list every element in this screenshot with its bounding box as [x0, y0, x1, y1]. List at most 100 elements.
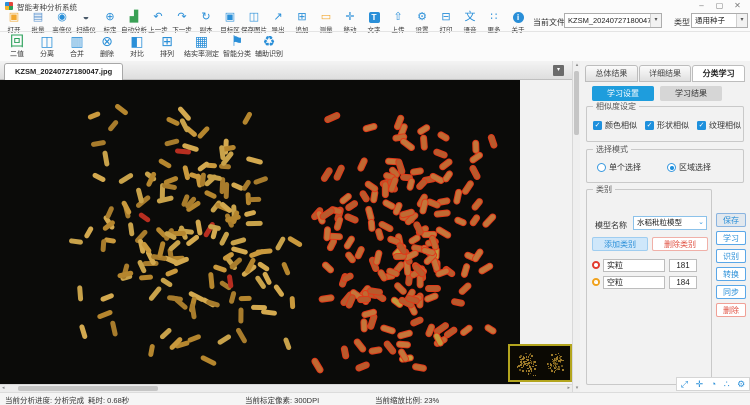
print-button[interactable]: ⊟打印: [434, 11, 458, 31]
seed: [204, 190, 218, 200]
compare-button[interactable]: ◧对比: [122, 33, 152, 60]
horizontal-scrollbar-thumb[interactable]: [18, 386, 158, 391]
target-area-button[interactable]: ▣目标区: [218, 11, 242, 31]
seed: [230, 237, 247, 246]
save-button[interactable]: 保存: [716, 213, 746, 227]
minimap-dot: [548, 366, 550, 368]
seed: [394, 254, 406, 260]
recognize-button[interactable]: 识别: [716, 249, 746, 263]
about-info-icon: i: [513, 12, 524, 23]
similarity-option[interactable]: ✓形状相似: [645, 120, 689, 131]
settings-gear-button[interactable]: ⚙设置: [410, 11, 434, 31]
duplicate-button[interactable]: ↻副本: [194, 11, 218, 31]
chevron-down-icon[interactable]: ▾: [650, 14, 661, 27]
convert-button[interactable]: 转换: [716, 267, 746, 281]
radio-icon[interactable]: [597, 163, 606, 172]
settings-gear-icon: ⚙: [417, 11, 427, 23]
checkbox-checked-icon[interactable]: ✓: [697, 121, 706, 130]
settings-small-icon[interactable]: ⚙: [737, 378, 745, 390]
points-icon[interactable]: ∴: [724, 378, 730, 390]
select-mode-option[interactable]: 区域选择: [667, 162, 711, 173]
category-row[interactable]: 空粒184: [592, 275, 708, 289]
append-button[interactable]: ⊞追加: [290, 11, 314, 31]
radio-selected-icon[interactable]: [667, 163, 676, 172]
export-button[interactable]: ↗导出: [266, 11, 290, 31]
minimize-button[interactable]: –: [694, 1, 709, 11]
chevron-down-icon: ⌄: [698, 217, 704, 229]
category-color-ring[interactable]: [592, 278, 600, 286]
batch-button[interactable]: ▤批量: [26, 11, 50, 31]
scanner-button[interactable]: ◒扫描仪: [74, 11, 98, 31]
seed: [472, 249, 484, 263]
category-name-input[interactable]: 实粒: [603, 259, 665, 272]
select-mode-group-title: 选择模式: [593, 145, 631, 154]
tab-overall-results[interactable]: 总体结果: [585, 65, 638, 82]
image-tab[interactable]: KZSM_20240727180047.jpg: [4, 63, 123, 80]
learn-results-button[interactable]: 学习结果: [660, 86, 722, 101]
seed-image-canvas[interactable]: [0, 80, 520, 384]
tab-detail-results[interactable]: 详细结果: [639, 65, 692, 82]
delete-button[interactable]: 删除: [716, 303, 746, 317]
seed: [437, 131, 449, 141]
trash-button[interactable]: ⊗删除: [92, 33, 122, 60]
seed: [91, 140, 107, 147]
remove-category-button[interactable]: 删除类别: [652, 237, 708, 251]
add-category-button[interactable]: 添加类别: [592, 237, 648, 251]
vertical-scrollbar-thumb[interactable]: [574, 71, 579, 135]
learn-settings-button[interactable]: 学习设置: [592, 86, 654, 101]
seed-type-select[interactable]: 通用种子 ▾: [691, 13, 748, 28]
measure-ruler-button[interactable]: ▭测量: [314, 11, 338, 31]
text-button[interactable]: T文字: [362, 11, 386, 31]
horizontal-scrollbar[interactable]: ◂ ▸: [0, 384, 572, 392]
arrange-grid-button[interactable]: ⊞排列: [152, 33, 182, 60]
rotate-icon[interactable]: ◔: [711, 378, 716, 390]
undo-button[interactable]: ↶上一步: [146, 11, 170, 31]
vertical-scrollbar[interactable]: ▴ ▾: [572, 61, 580, 392]
category-name-input[interactable]: 空粒: [603, 276, 665, 289]
redo-button[interactable]: ↷下一步: [170, 11, 194, 31]
category-color-ring[interactable]: [592, 261, 600, 269]
tab-overflow-dropdown-icon[interactable]: ▾: [553, 65, 564, 76]
scroll-right-icon[interactable]: ▸: [567, 385, 570, 392]
smart-classify-flag-button[interactable]: ⚑智能分类: [221, 33, 253, 60]
toolbar-button-label: 追加: [296, 24, 309, 34]
upload-button[interactable]: ⇧上传: [386, 11, 410, 31]
seed: [311, 358, 323, 373]
save-image-button[interactable]: ◫保存图片: [242, 11, 266, 31]
checkbox-checked-icon[interactable]: ✓: [645, 121, 654, 130]
calibration-button[interactable]: ⊕标定: [98, 11, 122, 31]
about-info-button[interactable]: i关于: [506, 11, 530, 31]
learn-button[interactable]: 学习: [716, 231, 746, 245]
scroll-left-icon[interactable]: ◂: [2, 385, 5, 392]
toolbar-button-label: 语音: [464, 24, 477, 34]
binary-button[interactable]: 回二值: [2, 33, 32, 60]
current-file-select[interactable]: KZSM_20240727180047 ▾: [564, 13, 662, 28]
pan-icon[interactable]: ✛: [696, 378, 704, 390]
chevron-down-icon[interactable]: ▾: [736, 14, 747, 27]
maximize-button[interactable]: ▢: [712, 1, 727, 11]
fit-view-icon[interactable]: ⤢: [681, 378, 688, 390]
separate-button[interactable]: ◫分离: [32, 33, 62, 60]
seed-rate-book-icon: ▦: [195, 33, 208, 49]
voice-button[interactable]: 文语音: [458, 11, 482, 31]
tab-classify-learning[interactable]: 分类学习: [692, 65, 745, 82]
category-row[interactable]: 实粒181: [592, 258, 708, 272]
merge-button[interactable]: ▥合并: [62, 33, 92, 60]
auto-analysis-button[interactable]: ▟自动分析: [122, 11, 146, 31]
close-button[interactable]: ✕: [730, 1, 745, 11]
move-button[interactable]: ✛移动: [338, 11, 362, 31]
microscope-button[interactable]: ◉高倍仪: [50, 11, 74, 31]
sync-button[interactable]: 同步: [716, 285, 746, 299]
minimap[interactable]: [508, 344, 572, 382]
seed: [363, 124, 376, 132]
assist-recognize-button[interactable]: ♻辅助识别: [253, 33, 285, 60]
similarity-option[interactable]: ✓颜色相似: [593, 120, 637, 131]
similarity-option[interactable]: ✓纹理相似: [697, 120, 741, 131]
seed-rate-book-button[interactable]: ▦结实率测定: [182, 33, 221, 60]
checkbox-checked-icon[interactable]: ✓: [593, 121, 602, 130]
open-folder-button[interactable]: ▣打开: [2, 11, 26, 31]
select-mode-option[interactable]: 单个选择: [597, 162, 641, 173]
seed: [159, 277, 173, 288]
more-button[interactable]: ∷更多: [482, 11, 506, 31]
model-name-select[interactable]: 水稻秕粒模型 ⌄: [633, 216, 707, 230]
